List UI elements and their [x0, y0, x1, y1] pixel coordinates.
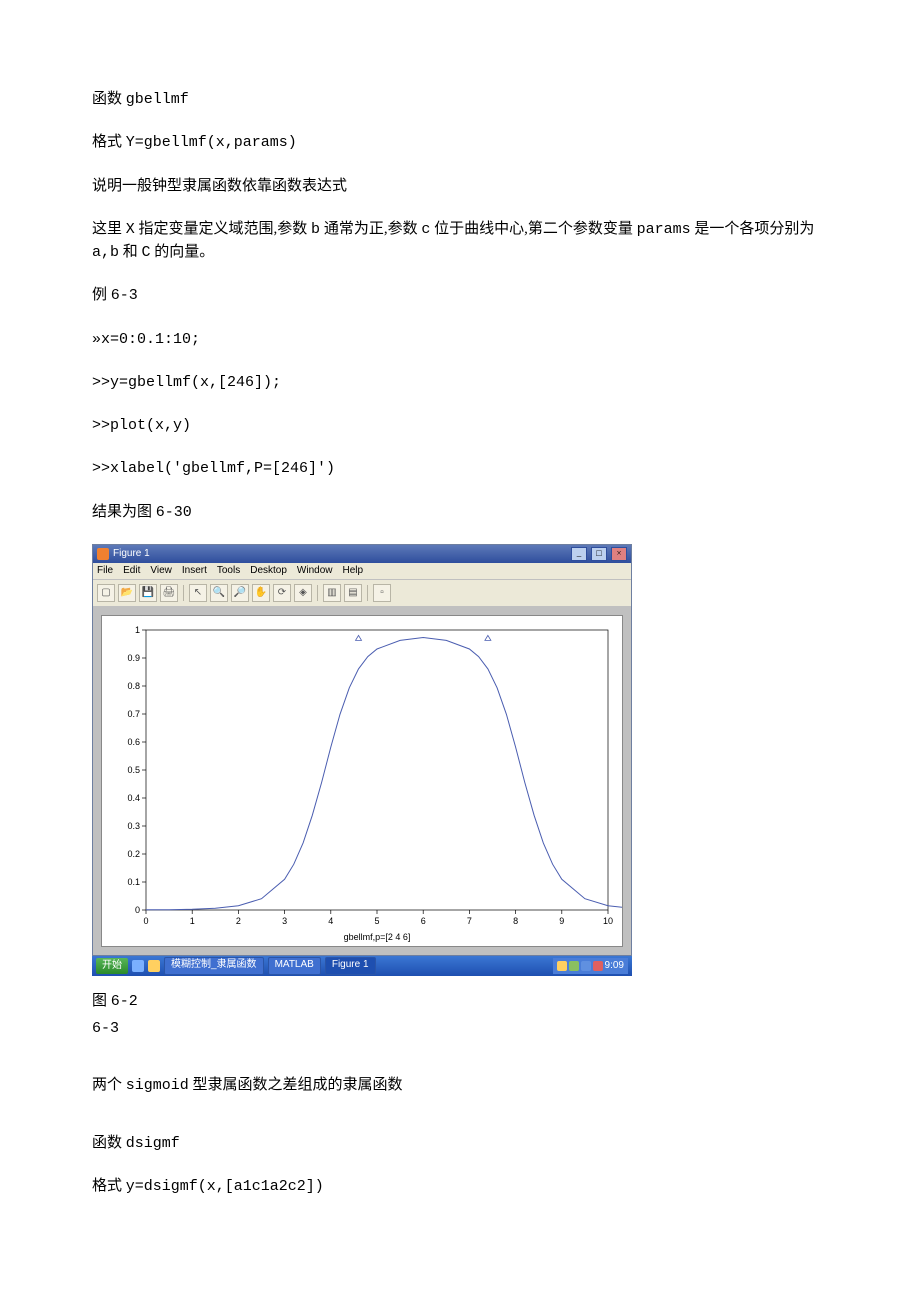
para-figure-caption: 图 6-2: [92, 990, 828, 1013]
svg-text:0.7: 0.7: [127, 709, 140, 719]
tray-clock: 9:09: [605, 958, 624, 974]
taskbar-item-matlab[interactable]: MATLAB: [268, 957, 321, 975]
save-icon[interactable]: 💾: [139, 584, 157, 602]
pan-icon[interactable]: ✋: [252, 584, 270, 602]
minimize-button[interactable]: _: [571, 547, 587, 561]
axes[interactable]: 0 1 2 3 4 5 6 7 8 9 10 0 0.1 0.2 0.3 0.4 0.5 0.6 0.7 0.8 0.9…: [101, 615, 623, 947]
menu-file[interactable]: File: [97, 563, 113, 579]
window-title-text: Figure 1: [113, 545, 150, 563]
svg-text:0: 0: [135, 905, 140, 915]
label-function: 函数: [92, 91, 122, 107]
data-cursor-icon[interactable]: ◈: [294, 584, 312, 602]
menu-help[interactable]: Help: [343, 563, 364, 579]
heading-dsigmf: 两个 sigmoid 型隶属函数之差组成的隶属函数: [92, 1074, 828, 1097]
legend-icon[interactable]: ▤: [344, 584, 362, 602]
para-example-label: 例 6-3: [92, 284, 828, 307]
svg-text:1: 1: [135, 625, 140, 635]
rotate-icon[interactable]: ⟳: [273, 584, 291, 602]
figure-canvas: 0 1 2 3 4 5 6 7 8 9 10 0 0.1 0.2 0.3 0.4 0.5 0.6 0.7 0.8 0.9…: [93, 607, 631, 955]
svg-text:10: 10: [603, 916, 613, 926]
svg-text:9: 9: [559, 916, 564, 926]
para-description: 说明一般钟型隶属函数依靠函数表达式: [92, 175, 828, 198]
svg-text:0.5: 0.5: [127, 765, 140, 775]
svg-text:0.6: 0.6: [127, 737, 140, 747]
tray-icon[interactable]: [581, 961, 591, 971]
taskbar-item-doc[interactable]: 模糊控制_隶属函数: [164, 957, 264, 975]
para-subsection-number: 6-3: [92, 1017, 828, 1040]
svg-text:0.1: 0.1: [127, 877, 140, 887]
menu-insert[interactable]: Insert: [182, 563, 207, 579]
para-function-name-2: 函数 dsigmf: [92, 1132, 828, 1155]
tray-icon[interactable]: [593, 961, 603, 971]
zoom-out-icon[interactable]: 🔎: [231, 584, 249, 602]
svg-text:4: 4: [328, 916, 333, 926]
svg-text:3: 3: [282, 916, 287, 926]
code-line-2: >>y=gbellmf(x,[246]);: [92, 371, 828, 394]
zoom-in-icon[interactable]: 🔍: [210, 584, 228, 602]
quick-launch-icon[interactable]: [132, 960, 144, 972]
colorbar-icon[interactable]: ▥: [323, 584, 341, 602]
window-menubar: File Edit View Insert Tools Desktop Wind…: [93, 563, 631, 580]
svg-text:6: 6: [421, 916, 426, 926]
plot-svg: 0 1 2 3 4 5 6 7 8 9 10 0 0.1 0.2 0.3 0.4 0.5 0.6 0.7 0.8 0.9…: [102, 616, 622, 946]
hide-tools-icon[interactable]: ▫: [373, 584, 391, 602]
windows-taskbar: 开始 模糊控制_隶属函数 MATLAB Figure 1 9:09: [92, 956, 632, 976]
code-line-3: >>plot(x,y): [92, 414, 828, 437]
svg-text:0: 0: [143, 916, 148, 926]
menu-desktop[interactable]: Desktop: [250, 563, 287, 579]
svg-text:0.2: 0.2: [127, 849, 140, 859]
svg-text:5: 5: [374, 916, 379, 926]
svg-text:7: 7: [467, 916, 472, 926]
svg-text:8: 8: [513, 916, 518, 926]
para-function-name: 函数 gbellmf: [92, 88, 828, 111]
svg-text:0.8: 0.8: [127, 681, 140, 691]
open-icon[interactable]: 📂: [118, 584, 136, 602]
para-format: 格式 Y=gbellmf(x,params): [92, 131, 828, 154]
start-button[interactable]: 开始: [96, 958, 128, 974]
svg-text:gbellmf,p=[2 4 6]: gbellmf,p=[2 4 6]: [344, 932, 411, 942]
new-figure-icon[interactable]: ▢: [97, 584, 115, 602]
menu-window[interactable]: Window: [297, 563, 333, 579]
svg-text:0.9: 0.9: [127, 653, 140, 663]
pointer-icon[interactable]: ↖: [189, 584, 207, 602]
print-icon[interactable]: 🖨: [160, 584, 178, 602]
menu-view[interactable]: View: [150, 563, 172, 579]
window-titlebar[interactable]: Figure 1 _ □ ×: [93, 545, 631, 563]
value-function-name: gbellmf: [126, 91, 189, 108]
matlab-icon: [97, 548, 109, 560]
document-page: 函数 gbellmf 格式 Y=gbellmf(x,params) 说明一般钟型…: [0, 0, 920, 1258]
tray-icon[interactable]: [569, 961, 579, 971]
para-format-2: 格式 y=dsigmf(x,[a1c1a2c2]): [92, 1175, 828, 1198]
tray-icon[interactable]: [557, 961, 567, 971]
menu-tools[interactable]: Tools: [217, 563, 240, 579]
label-format: 格式: [92, 134, 122, 150]
svg-text:2: 2: [236, 916, 241, 926]
close-button[interactable]: ×: [611, 547, 627, 561]
window-toolbar: ▢ 📂 💾 🖨 ↖ 🔍 🔎 ✋ ⟳ ◈ ▥ ▤ ▫: [93, 580, 631, 607]
system-tray[interactable]: 9:09: [553, 958, 628, 974]
value-format: Y=gbellmf(x,params): [126, 134, 297, 151]
matlab-figure-window: Figure 1 _ □ × File Edit View Insert Too…: [92, 544, 632, 976]
code-line-1: »x=0:0.1:10;: [92, 328, 828, 351]
maximize-button[interactable]: □: [591, 547, 607, 561]
svg-text:1: 1: [190, 916, 195, 926]
code-line-4: >>xlabel('gbellmf,P=[246]'): [92, 457, 828, 480]
para-result-label: 结果为图 6-30: [92, 501, 828, 524]
menu-edit[interactable]: Edit: [123, 563, 140, 579]
quick-launch-icon-2[interactable]: [148, 960, 160, 972]
taskbar-item-figure[interactable]: Figure 1: [325, 957, 376, 975]
para-params-description: 这里 X 指定变量定义域范围,参数 b 通常为正,参数 c 位于曲线中心,第二个…: [92, 218, 828, 265]
svg-text:0.4: 0.4: [127, 793, 140, 803]
svg-text:0.3: 0.3: [127, 821, 140, 831]
